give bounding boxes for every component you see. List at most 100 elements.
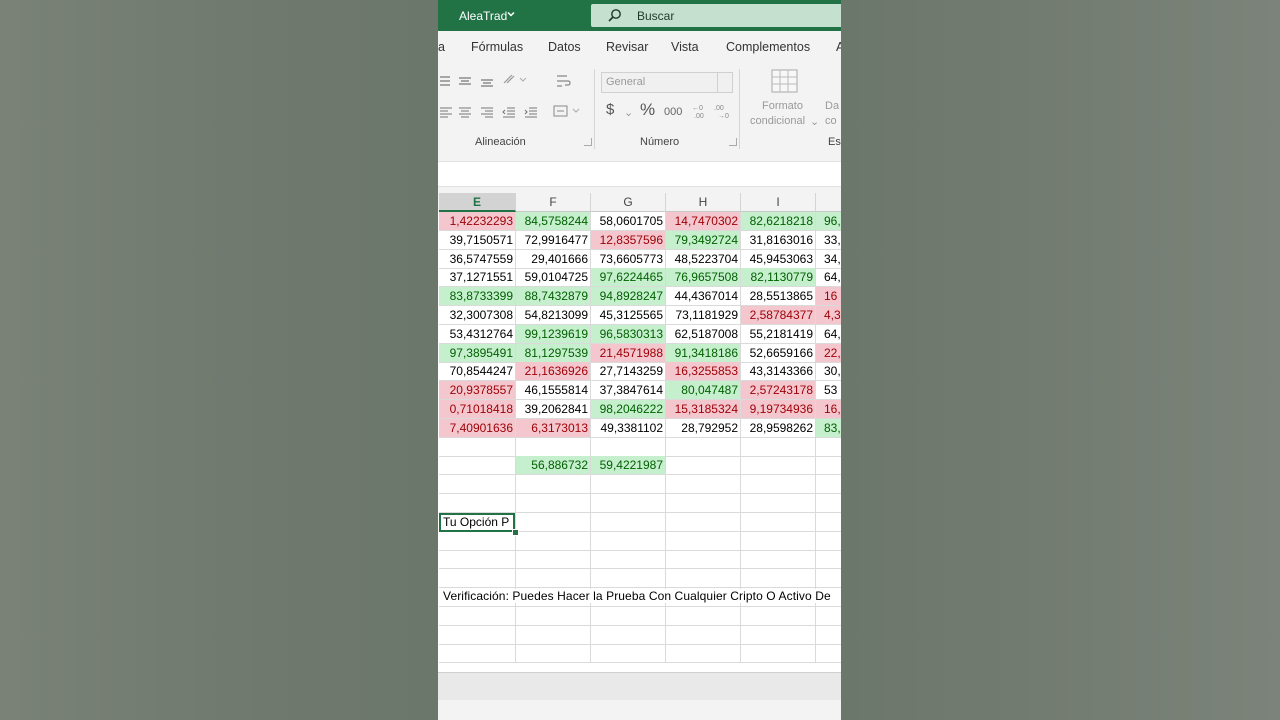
table-cell[interactable]: 16: [816, 287, 841, 307]
table-cell[interactable]: 73,1181929: [666, 306, 741, 325]
table-cell[interactable]: 99,1239619: [516, 324, 591, 344]
increase-decimal-icon[interactable]: ←0.00: [692, 103, 710, 119]
next-ribbon-button-label-2[interactable]: co: [825, 115, 837, 127]
table-cell[interactable]: 12,8357596: [591, 230, 666, 250]
wrap-text-icon[interactable]: [555, 73, 571, 89]
table-cell[interactable]: [439, 569, 516, 589]
table-cell[interactable]: [439, 475, 516, 495]
table-cell[interactable]: 91,3418186: [666, 343, 741, 363]
table-cell[interactable]: [666, 531, 741, 551]
table-cell[interactable]: 84,5758244: [516, 212, 591, 231]
table-cell[interactable]: [741, 456, 816, 476]
table-cell[interactable]: [591, 569, 666, 589]
table-cell[interactable]: [591, 625, 666, 645]
table-cell[interactable]: 31,8163016: [741, 230, 816, 250]
table-cell[interactable]: 72,9916477: [516, 230, 591, 250]
table-cell[interactable]: [741, 550, 816, 570]
table-cell[interactable]: [741, 437, 816, 457]
column-header-e[interactable]: E: [439, 193, 516, 212]
table-cell[interactable]: [741, 512, 816, 532]
table-cell[interactable]: 54,8213099: [516, 306, 591, 325]
table-cell[interactable]: [666, 512, 741, 532]
percent-icon[interactable]: %: [640, 100, 655, 120]
align-top-icon[interactable]: [440, 75, 454, 87]
table-cell[interactable]: [439, 437, 516, 457]
table-cell[interactable]: [741, 644, 816, 664]
align-left-icon[interactable]: [440, 106, 454, 118]
table-cell[interactable]: [741, 531, 816, 551]
table-cell[interactable]: 82,6218218: [741, 212, 816, 231]
table-cell[interactable]: 76,9657508: [666, 268, 741, 288]
table-cell[interactable]: 96,5830313: [591, 324, 666, 344]
increase-indent-icon[interactable]: [524, 106, 538, 118]
table-cell[interactable]: [591, 512, 666, 532]
table-cell[interactable]: 52,6659166: [741, 343, 816, 363]
number-launcher-icon[interactable]: [729, 138, 737, 146]
table-cell[interactable]: 98,2046222: [591, 400, 666, 419]
table-cell[interactable]: [439, 644, 516, 664]
orientation-icon[interactable]: [502, 73, 528, 85]
table-cell[interactable]: [591, 644, 666, 664]
table-cell[interactable]: 80,047487: [666, 381, 741, 401]
table-cell[interactable]: 32,3007308: [439, 306, 516, 325]
table-cell[interactable]: [816, 607, 841, 626]
table-cell[interactable]: 88,7432879: [516, 287, 591, 307]
table-cell[interactable]: [816, 550, 841, 570]
table-cell[interactable]: 7,40901636: [439, 418, 516, 438]
table-cell[interactable]: 4,3: [816, 306, 841, 325]
table-cell[interactable]: 94,8928247: [591, 287, 666, 307]
table-cell[interactable]: [516, 437, 591, 457]
table-cell[interactable]: 62,5187008: [666, 324, 741, 344]
table-cell[interactable]: [741, 569, 816, 589]
table-cell[interactable]: [516, 512, 591, 532]
table-cell[interactable]: 45,9453063: [741, 249, 816, 269]
table-cell[interactable]: 33,: [816, 231, 841, 250]
table-cell[interactable]: [439, 606, 516, 626]
table-cell[interactable]: [816, 569, 841, 589]
table-cell[interactable]: 36,5747559: [439, 249, 516, 269]
alignment-launcher-icon[interactable]: [584, 138, 592, 146]
align-middle-icon[interactable]: [458, 75, 472, 87]
table-cell[interactable]: 6,3173013: [516, 418, 591, 438]
table-cell[interactable]: [666, 494, 741, 513]
table-cell[interactable]: 2,57243178: [741, 381, 816, 401]
table-cell[interactable]: 73,6605773: [591, 249, 666, 269]
table-cell[interactable]: [816, 475, 841, 495]
table-cell[interactable]: [741, 475, 816, 495]
table-cell[interactable]: [439, 494, 516, 513]
table-cell[interactable]: 97,3895491: [439, 343, 516, 363]
table-cell[interactable]: [666, 569, 741, 589]
table-cell[interactable]: [516, 550, 591, 570]
chevron-down-icon[interactable]: ⌄: [810, 115, 819, 128]
average-cell-f[interactable]: 56,886732: [516, 456, 591, 476]
table-cell[interactable]: [591, 437, 666, 457]
table-cell[interactable]: 44,4367014: [666, 287, 741, 307]
table-cell[interactable]: 48,5223704: [666, 249, 741, 269]
average-cell-g[interactable]: 59,4221987: [591, 456, 666, 476]
table-cell[interactable]: [591, 475, 666, 495]
number-format-select[interactable]: General: [601, 72, 733, 93]
table-cell[interactable]: 43,3143366: [741, 362, 816, 382]
next-ribbon-button-label-1[interactable]: Da: [825, 100, 839, 112]
table-cell[interactable]: [516, 494, 591, 513]
table-cell[interactable]: 46,1555814: [516, 381, 591, 401]
table-cell[interactable]: 21,4571988: [591, 343, 666, 363]
table-cell[interactable]: 81,1297539: [516, 343, 591, 363]
decrease-decimal-icon[interactable]: .00→0: [714, 103, 732, 119]
table-cell[interactable]: 28,5513865: [741, 287, 816, 307]
table-cell[interactable]: 27,7143259: [591, 362, 666, 382]
tab-data[interactable]: Datos: [548, 40, 581, 54]
table-cell[interactable]: [516, 475, 591, 495]
table-cell[interactable]: 28,9598262: [741, 418, 816, 438]
column-header-j[interactable]: [816, 193, 841, 212]
table-cell[interactable]: [439, 550, 516, 570]
merge-center-icon[interactable]: [553, 105, 581, 117]
table-cell[interactable]: 37,3847614: [591, 381, 666, 401]
table-cell[interactable]: 30,: [816, 362, 841, 382]
active-cell-editor[interactable]: Tu Opción P: [439, 512, 515, 532]
table-cell[interactable]: 96,: [816, 212, 841, 231]
table-cell[interactable]: [816, 494, 841, 513]
table-cell[interactable]: 16,: [816, 400, 841, 419]
table-cell[interactable]: 59,0104725: [516, 268, 591, 288]
table-cell[interactable]: 14,7470302: [666, 212, 741, 231]
